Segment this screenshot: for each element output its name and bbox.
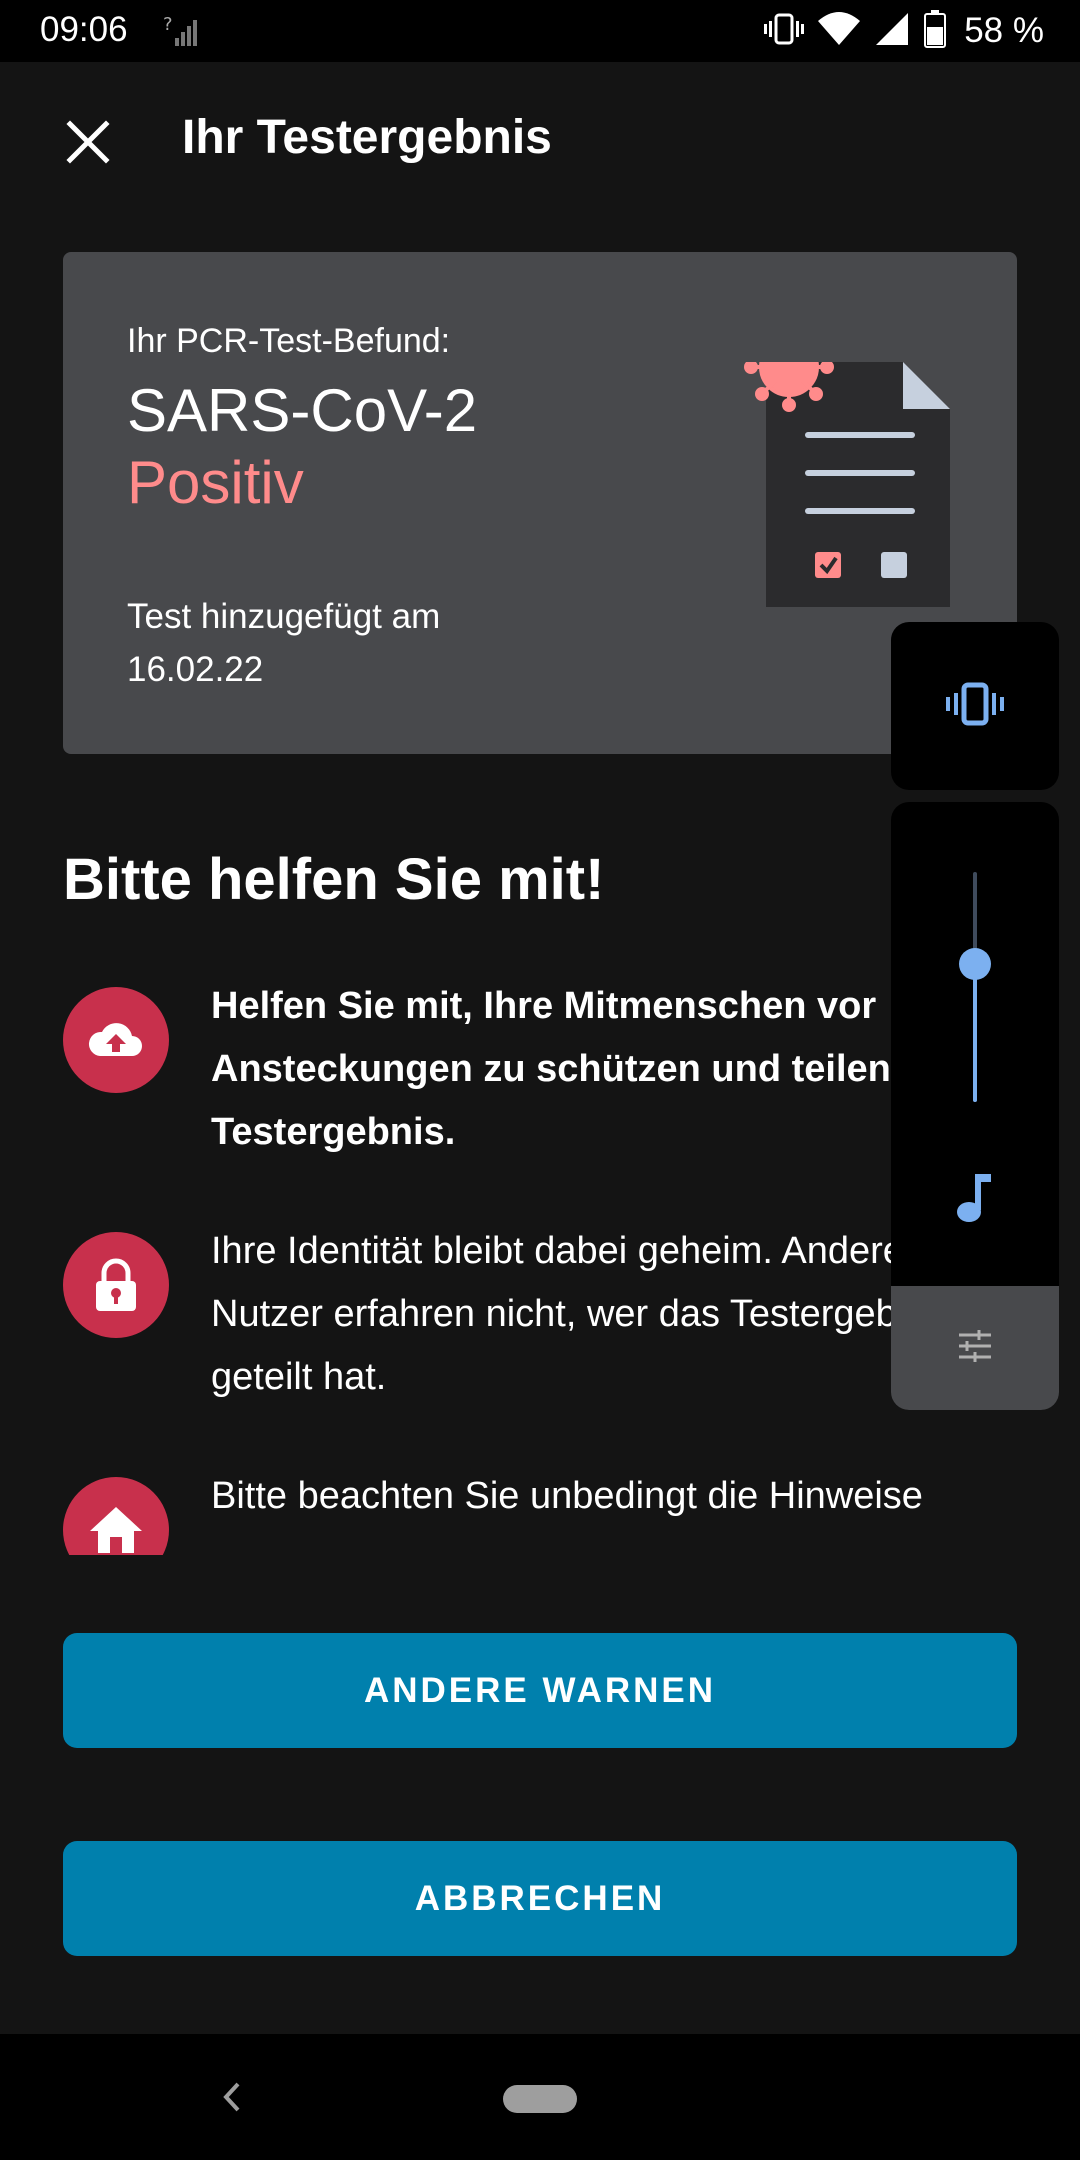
volume-fill bbox=[973, 964, 977, 1102]
navigation-bar bbox=[0, 2034, 1080, 2160]
svg-text:?: ? bbox=[163, 14, 173, 35]
virus-name: SARS-CoV-2 bbox=[127, 377, 478, 444]
document-virus-icon bbox=[673, 329, 953, 642]
cancel-button[interactable]: ABBRECHEN bbox=[63, 1841, 1017, 1956]
page-title: Ihr Testergebnis bbox=[182, 111, 552, 164]
battery-icon bbox=[924, 9, 947, 53]
info-list: Helfen Sie mit, Ihre Mitmenschen vor Ans… bbox=[63, 975, 1017, 1555]
test-result-card: Ihr PCR-Test-Befund: SARS-CoV-2 Positiv … bbox=[63, 252, 1017, 754]
test-added-info: Test hinzugefügt am 16.02.22 bbox=[127, 590, 567, 696]
ringer-mode-button[interactable] bbox=[891, 622, 1059, 790]
no-signal-icon: ? bbox=[163, 14, 199, 48]
test-added-date: 16.02.22 bbox=[127, 650, 264, 689]
test-type-label: Ihr PCR-Test-Befund: bbox=[127, 322, 451, 360]
home-pill[interactable] bbox=[503, 2085, 577, 2113]
close-icon[interactable] bbox=[60, 114, 116, 170]
list-item-text: Bitte beachten Sie unbedingt die Hinweis… bbox=[211, 1475, 923, 1517]
signal-icon bbox=[874, 11, 910, 52]
status-icons: 58 % bbox=[764, 9, 1044, 53]
warn-others-button[interactable]: ANDERE WARNEN bbox=[63, 1633, 1017, 1748]
wifi-icon bbox=[818, 11, 861, 52]
battery-percent: 58 % bbox=[964, 11, 1044, 50]
vibrate-icon bbox=[764, 11, 805, 52]
app-bar: Ihr Testergebnis bbox=[0, 62, 1080, 217]
home-icon bbox=[63, 1477, 169, 1555]
tune-icon bbox=[955, 1328, 995, 1369]
test-added-label: Test hinzugefügt am bbox=[127, 597, 441, 636]
volume-panel bbox=[891, 802, 1059, 1410]
volume-settings-button[interactable] bbox=[891, 1286, 1059, 1410]
lock-icon bbox=[63, 1232, 169, 1338]
status-time: 09:06 bbox=[40, 10, 128, 49]
music-note-icon bbox=[945, 1168, 1005, 1228]
cloud-upload-icon bbox=[63, 987, 169, 1093]
vibrate-icon bbox=[945, 682, 1005, 731]
volume-thumb[interactable] bbox=[959, 948, 991, 980]
back-icon[interactable] bbox=[218, 2078, 244, 2116]
test-result-value: Positiv bbox=[127, 449, 304, 516]
status-bar: 09:06 ? 58 % bbox=[0, 0, 1080, 62]
volume-slider[interactable] bbox=[891, 872, 1059, 1102]
help-heading: Bitte helfen Sie mit! bbox=[63, 847, 605, 912]
